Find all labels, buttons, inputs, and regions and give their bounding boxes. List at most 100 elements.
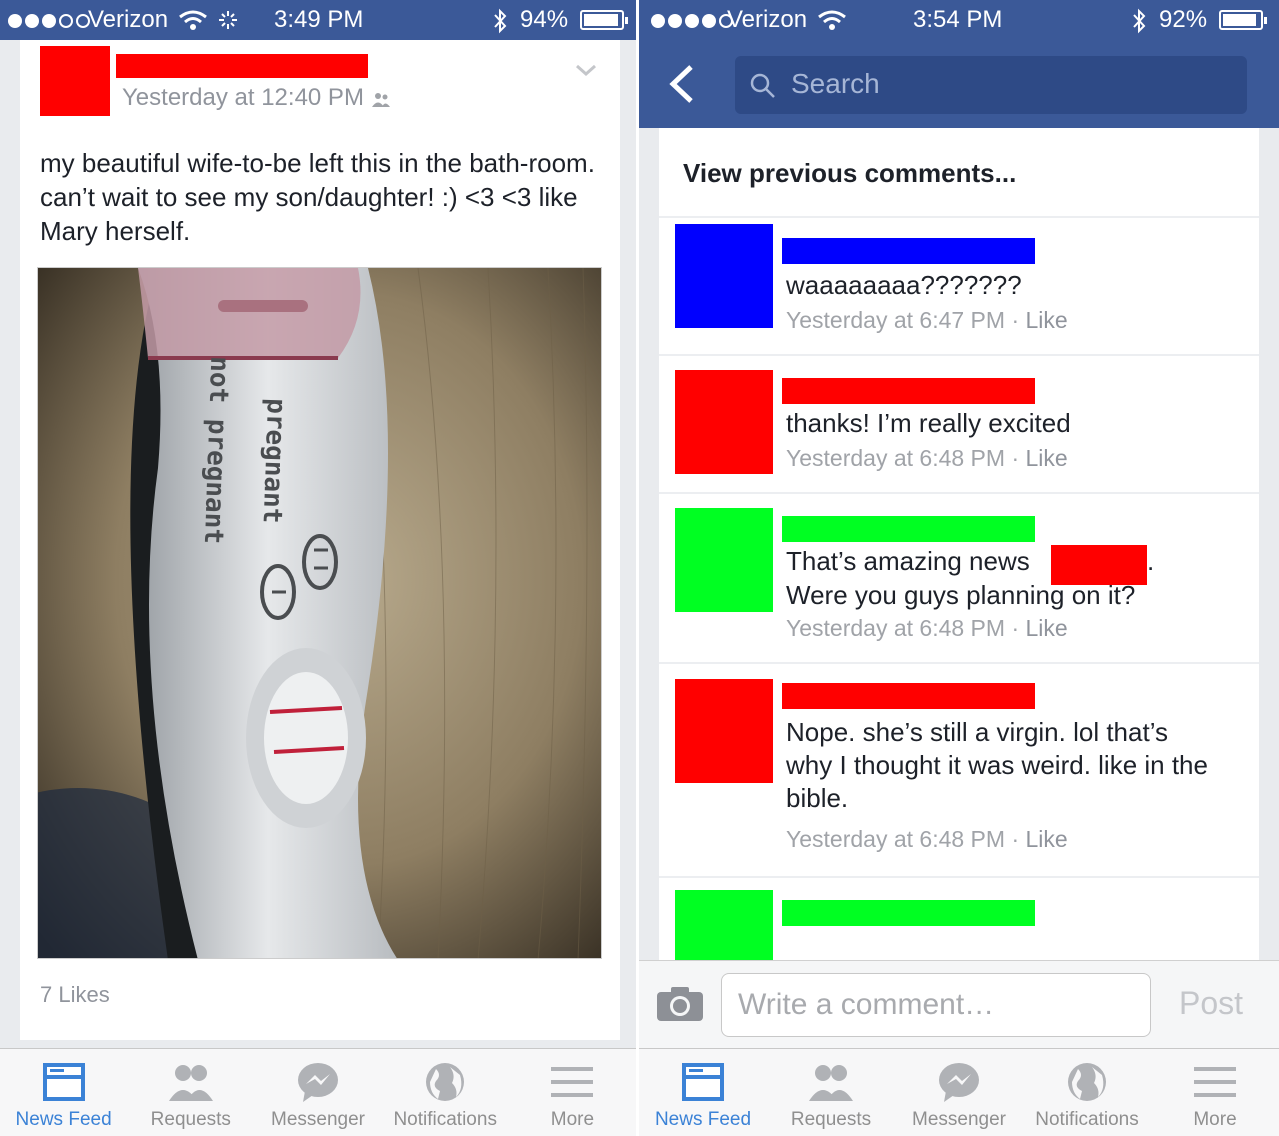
search-placeholder: Search — [791, 68, 880, 99]
tab-label: Messenger — [271, 1109, 365, 1130]
tab-notifications[interactable]: Notifications — [382, 1049, 509, 1136]
divider — [659, 216, 1259, 218]
commenter-name[interactable] — [782, 516, 1035, 542]
bluetooth-icon — [494, 8, 507, 34]
tab-bar: News Feed Requests Messenger Notificatio… — [639, 1048, 1279, 1136]
post-text: my beautiful wife-to-be left this in the… — [40, 148, 595, 246]
tab-requests[interactable]: Requests — [767, 1049, 895, 1136]
tab-messenger[interactable]: Messenger — [895, 1049, 1023, 1136]
signal-icon — [8, 14, 90, 28]
divider — [659, 662, 1259, 664]
comment-text: Nope. she’s still a virgin. lol that’s w… — [786, 717, 1208, 813]
comment-text: Were you guys planning on it? — [786, 580, 1136, 610]
nav-bar: Search — [639, 40, 1279, 128]
bluetooth-icon — [1133, 8, 1146, 34]
tab-label: News Feed — [654, 1109, 752, 1130]
signal-icon — [651, 14, 733, 28]
battery-percent: 94% — [520, 6, 569, 33]
search-icon — [750, 73, 775, 98]
like-link[interactable]: Like — [1026, 826, 1068, 852]
tab-label: Requests — [150, 1109, 231, 1130]
comment-text: waaaaaaaa??????? — [786, 270, 1022, 300]
comment-timestamp[interactable]: Yesterday at 6:48 PM — [786, 615, 1005, 641]
post-photo[interactable]: pregnant not pregnant — [37, 267, 602, 959]
tab-news-feed[interactable]: News Feed — [0, 1049, 127, 1136]
tab-notifications[interactable]: Notifications — [1023, 1049, 1151, 1136]
tab-news-feed[interactable]: News Feed — [639, 1049, 767, 1136]
pregnancy-test-photo: pregnant not pregnant — [38, 268, 601, 958]
commenter-avatar[interactable] — [675, 679, 773, 783]
requests-icon — [809, 1065, 853, 1101]
likes-count[interactable]: 7 Likes — [40, 982, 110, 1008]
commenter-avatar[interactable] — [675, 508, 773, 612]
comment-text: That’s amazing news — [786, 546, 1030, 576]
clock: 3:54 PM — [913, 6, 1003, 33]
view-previous-comments-link[interactable]: View previous comments... — [683, 158, 1016, 189]
menu-icon — [1194, 1067, 1236, 1097]
post-card: Yesterday at 12:40 PM my beautiful wife-… — [20, 40, 620, 1040]
like-link[interactable]: Like — [1026, 307, 1068, 333]
comment-placeholder: Write a comment… — [738, 988, 995, 1021]
comment-timestamp[interactable]: Yesterday at 6:48 PM — [786, 826, 1005, 852]
commenter-name[interactable] — [782, 238, 1035, 264]
comment-text-end: . — [1147, 546, 1155, 576]
commenter-avatar[interactable] — [675, 370, 773, 474]
commenter-name[interactable] — [782, 900, 1035, 926]
comment-text: thanks! I’m really excited — [786, 408, 1071, 438]
news-feed-icon — [682, 1063, 724, 1101]
divider — [659, 354, 1259, 356]
carrier-label: Verizon — [727, 6, 808, 33]
requests-icon — [168, 1065, 213, 1101]
comment-timestamp[interactable]: Yesterday at 6:47 PM — [786, 307, 1005, 333]
friends-audience-icon — [372, 93, 390, 107]
left-screen-post: Verizon 3:49 PM 94% Yesterday at 12:40 P… — [0, 0, 636, 1136]
post-timestamp[interactable]: Yesterday at 12:40 PM — [122, 84, 364, 112]
wifi-icon — [179, 10, 207, 30]
chevron-down-icon[interactable] — [574, 58, 598, 82]
comment-timestamp[interactable]: Yesterday at 6:48 PM — [786, 445, 1005, 471]
comment-input[interactable]: Write a comment… — [721, 973, 1151, 1037]
divider — [659, 492, 1259, 494]
comment-meta: Yesterday at 6:47 PM · Like — [786, 307, 1068, 333]
news-feed-icon — [42, 1063, 85, 1101]
status-bar: Verizon 3:54 PM 92% — [639, 0, 1279, 40]
tab-label: News Feed — [15, 1109, 112, 1130]
tab-requests[interactable]: Requests — [127, 1049, 254, 1136]
messenger-icon — [939, 1063, 979, 1102]
like-link[interactable]: Like — [1026, 615, 1068, 641]
globe-icon — [426, 1063, 465, 1101]
comments-list: View previous comments... waaaaaaaa?????… — [659, 128, 1259, 960]
tab-label: Notifications — [393, 1109, 497, 1130]
like-link[interactable]: Like — [1026, 445, 1068, 471]
clock: 3:49 PM — [274, 6, 364, 33]
tab-more[interactable]: More — [509, 1049, 636, 1136]
globe-icon — [1068, 1063, 1106, 1101]
tab-bar: News Feed Requests Messenger Notificatio… — [0, 1048, 636, 1136]
tab-label: Requests — [790, 1109, 872, 1130]
tab-more[interactable]: More — [1151, 1049, 1279, 1136]
battery-icon — [580, 10, 628, 30]
commenter-avatar[interactable] — [675, 890, 773, 960]
commenter-name[interactable] — [782, 683, 1035, 709]
camera-icon[interactable] — [655, 985, 705, 1023]
tab-label: More — [550, 1109, 595, 1130]
back-chevron-icon[interactable] — [667, 64, 697, 104]
comment-composer: Write a comment… Post — [639, 960, 1279, 1048]
status-bar: Verizon 3:49 PM 94% — [0, 0, 636, 40]
tab-label: More — [1193, 1109, 1237, 1130]
menu-icon — [551, 1067, 594, 1097]
comment-meta: Yesterday at 6:48 PM · Like — [786, 615, 1068, 641]
tab-label: Notifications — [1035, 1109, 1139, 1130]
comment-meta: Yesterday at 6:48 PM · Like — [786, 826, 1068, 852]
right-screen-comments: Verizon 3:54 PM 92% Search View previous… — [639, 0, 1279, 1136]
divider — [659, 876, 1259, 878]
search-input[interactable]: Search — [735, 56, 1247, 114]
commenter-avatar[interactable] — [675, 224, 773, 328]
carrier-label: Verizon — [88, 6, 169, 33]
commenter-name[interactable] — [782, 378, 1035, 404]
tab-messenger[interactable]: Messenger — [254, 1049, 381, 1136]
avatar[interactable] — [40, 46, 110, 116]
activity-spinner-icon — [219, 11, 237, 29]
post-button[interactable]: Post — [1179, 985, 1243, 1022]
author-name[interactable] — [116, 54, 368, 78]
